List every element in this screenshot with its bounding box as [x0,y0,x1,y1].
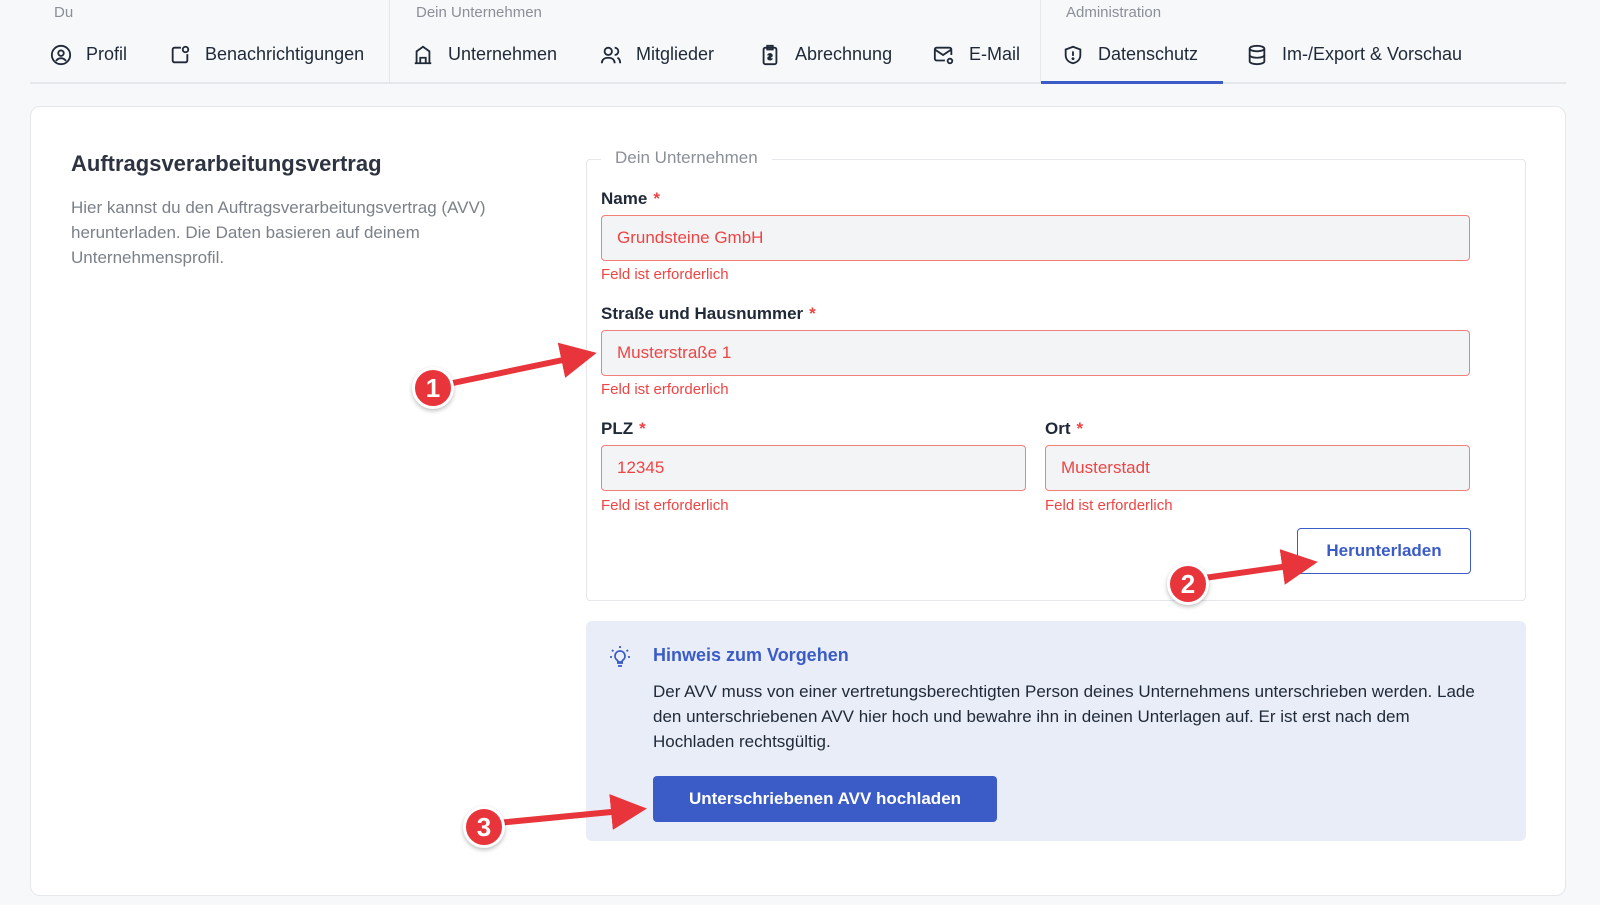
annotation-badge-1: 1 [412,367,454,409]
city-label-text: Ort [1045,419,1071,438]
hint-title: Hinweis zum Vorgehen [653,645,849,665]
tab-profil[interactable]: Profil [50,44,127,84]
zip-label-text: PLZ [601,419,634,438]
tab-datenschutz[interactable]: Datenschutz [1041,44,1223,84]
nav-group-administration: Administration Datenschutz Im-/Export & … [1040,0,1566,84]
notification-icon [169,44,191,66]
tab-mitglieder[interactable]: Mitglieder [600,44,714,84]
street-label-text: Straße und Hausnummer [601,304,804,323]
street-label: Straße und Hausnummer * [601,304,816,324]
tab-abrechnung[interactable]: Abrechnung [759,44,892,84]
tab-import-export[interactable]: Im-/Export & Vorschau [1246,44,1462,84]
zip-label: PLZ * [601,419,646,439]
tab-label: Datenschutz [1098,44,1199,64]
tab-email[interactable]: E-Mail [933,44,1020,84]
zip-error: Feld ist erforderlich [601,497,729,514]
annotation-badge-3: 3 [463,806,505,848]
nav-group-label: Dein Unternehmen [416,4,542,21]
upload-avv-button[interactable]: Unterschriebenen AVV hochladen [653,776,997,822]
required-mark: * [639,419,646,438]
tab-benachrichtigungen[interactable]: Benachrichtigungen [169,44,364,84]
mail-settings-icon [933,44,955,66]
section-title: Auftragsverarbeitungsvertrag [71,151,382,176]
name-input[interactable]: Grundsteine GmbH [601,215,1470,261]
nav-group-personal: Du Profil Benachrichtigungen [30,0,390,84]
users-icon [600,44,622,66]
street-input[interactable]: Musterstraße 1 [601,330,1470,376]
nav-group-label: Administration [1066,4,1162,21]
clipboard-icon [759,44,781,66]
download-button[interactable]: Herunterladen [1297,528,1471,574]
required-mark: * [653,189,660,208]
name-error: Feld ist erforderlich [601,266,729,283]
building-icon [412,44,434,66]
tab-label: Mitglieder [636,44,715,64]
name-label: Name * [601,189,660,209]
zip-input[interactable]: 12345 [601,445,1026,491]
tab-label: Im-/Export & Vorschau [1282,44,1463,64]
name-label-text: Name [601,189,648,208]
city-error: Feld ist erforderlich [1045,497,1173,514]
tab-label: Abrechnung [795,44,893,64]
hint-box: Hinweis zum Vorgehen Der AVV muss von ei… [586,621,1526,841]
annotation-badge-2: 2 [1167,563,1209,605]
tab-unternehmen[interactable]: Unternehmen [412,44,557,84]
nav-group-company: Dein Unternehmen Unternehmen Mitglieder … [389,0,1041,84]
user-circle-icon [50,44,72,66]
required-mark: * [809,304,816,323]
required-mark: * [1076,419,1084,438]
database-icon [1246,44,1268,66]
tab-label: Unternehmen [448,44,558,64]
tab-label: Benachrichtigungen [205,44,365,64]
nav-group-label: Du [54,4,74,21]
avv-card: Auftragsverarbeitungsvertrag Hier kannst… [30,106,1566,896]
settings-navigation: Du Profil Benachrichtigungen Dein Untern… [30,0,1566,84]
lightbulb-icon [608,645,632,669]
street-error: Feld ist erforderlich [601,381,729,398]
city-label: Ort * [1045,419,1083,439]
section-description: Hier kannst du den Auftragsverarbeitungs… [71,198,486,267]
tab-label: E-Mail [969,44,1021,64]
hint-text: Der AVV muss von einer vertretungsberech… [653,682,1475,751]
shield-icon [1062,44,1084,66]
city-input[interactable]: Musterstadt [1045,445,1470,491]
tab-label: Profil [86,44,128,64]
fieldset-legend: Dein Unternehmen [601,148,772,168]
